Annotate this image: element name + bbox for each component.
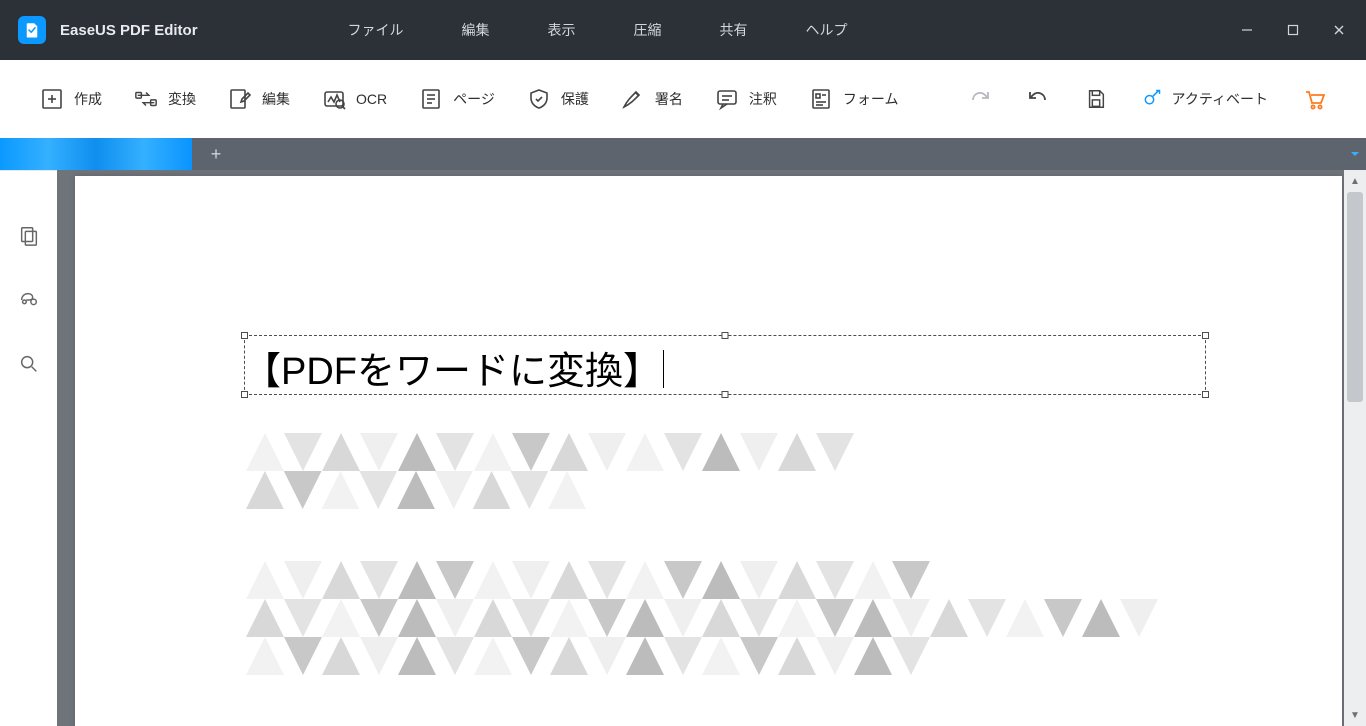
resize-handle-tl[interactable] <box>241 332 248 339</box>
edit-icon <box>228 87 252 111</box>
menu-compress[interactable]: 圧縮 <box>624 14 672 46</box>
menu-help[interactable]: ヘルプ <box>796 14 858 46</box>
thumbnails-panel-button[interactable] <box>16 223 42 249</box>
document-tabs: + <box>0 138 1366 170</box>
edit-label: 編集 <box>262 89 290 109</box>
redo-button[interactable] <box>968 87 992 111</box>
menu-edit[interactable]: 編集 <box>452 14 500 46</box>
resize-handle-tm[interactable] <box>722 332 729 339</box>
tool-group-left: 作成 変換 編集 OCR ページ 保護 署名 注釈 <box>40 87 898 111</box>
form-button[interactable]: フォーム <box>809 87 899 111</box>
form-label: フォーム <box>843 89 899 109</box>
activate-label: アクティベート <box>1172 89 1268 109</box>
app-logo <box>18 16 46 44</box>
active-tab[interactable] <box>0 138 192 170</box>
ocr-label: OCR <box>356 91 387 107</box>
new-tab-button[interactable]: + <box>204 142 228 166</box>
workspace: 【PDFをワードに変換】 ▲ <box>0 170 1366 726</box>
document-canvas[interactable]: 【PDFをワードに変換】 <box>57 170 1344 726</box>
cart-button[interactable] <box>1302 87 1326 111</box>
redo-icon <box>968 87 992 111</box>
convert-icon <box>134 87 158 111</box>
heading-content: 【PDFをワードに変換】 <box>243 351 661 393</box>
page-button[interactable]: ページ <box>419 87 495 111</box>
sign-label: 署名 <box>655 89 683 109</box>
create-button[interactable]: 作成 <box>40 87 102 111</box>
resize-handle-bm[interactable] <box>722 391 729 398</box>
sign-button[interactable]: 署名 <box>621 87 683 111</box>
scroll-down-button[interactable]: ▼ <box>1350 704 1360 726</box>
comment-icon <box>715 87 739 111</box>
text-caret <box>663 350 664 388</box>
redacted-body <box>246 433 1206 693</box>
shield-icon <box>527 87 551 111</box>
title-bar: EaseUS PDF Editor ファイル 編集 表示 圧縮 共有 ヘルプ <box>0 0 1366 60</box>
ocr-icon <box>322 87 346 111</box>
save-button[interactable] <box>1084 87 1108 111</box>
resize-handle-br[interactable] <box>1202 391 1209 398</box>
plus-square-icon <box>40 87 64 111</box>
ocr-button[interactable]: OCR <box>322 87 387 111</box>
comment-button[interactable]: 注釈 <box>715 87 777 111</box>
activate-button[interactable]: アクティベート <box>1142 88 1268 111</box>
page-icon <box>419 87 443 111</box>
protect-label: 保護 <box>561 89 589 109</box>
convert-button[interactable]: 変換 <box>134 87 196 111</box>
create-label: 作成 <box>74 89 102 109</box>
undo-icon <box>1026 87 1050 111</box>
main-toolbar: 作成 変換 編集 OCR ページ 保護 署名 注釈 <box>0 60 1366 138</box>
close-button[interactable] <box>1330 21 1348 39</box>
protect-button[interactable]: 保護 <box>527 87 589 111</box>
tool-group-right: アクティベート <box>968 87 1326 111</box>
edit-button[interactable]: 編集 <box>228 87 290 111</box>
pdf-page: 【PDFをワードに変換】 <box>75 176 1342 726</box>
left-sidebar <box>0 170 57 726</box>
app-title: EaseUS PDF Editor <box>60 22 198 39</box>
scroll-track[interactable] <box>1344 192 1366 704</box>
menu-view[interactable]: 表示 <box>538 14 586 46</box>
convert-label: 変換 <box>168 89 196 109</box>
form-icon <box>809 87 833 111</box>
menu-file[interactable]: ファイル <box>338 14 414 46</box>
search-panel-button[interactable] <box>16 351 42 377</box>
resize-handle-tr[interactable] <box>1202 332 1209 339</box>
page-label: ページ <box>453 89 495 109</box>
scroll-up-button[interactable]: ▲ <box>1350 170 1360 192</box>
menu-bar: ファイル 編集 表示 圧縮 共有 ヘルプ <box>338 14 858 46</box>
maximize-button[interactable] <box>1284 21 1302 39</box>
minimize-button[interactable] <box>1238 21 1256 39</box>
vertical-scrollbar[interactable]: ▲ ▼ <box>1344 170 1366 726</box>
heading-text[interactable]: 【PDFをワードに変換】 <box>243 340 713 395</box>
comment-label: 注釈 <box>749 89 777 109</box>
menu-share[interactable]: 共有 <box>710 14 758 46</box>
scroll-thumb[interactable] <box>1347 192 1363 402</box>
tab-overflow-button[interactable] <box>1344 138 1366 170</box>
undo-button[interactable] <box>1026 87 1050 111</box>
pen-icon <box>621 87 645 111</box>
activate-icon <box>1142 88 1162 111</box>
save-icon <box>1084 87 1108 111</box>
cart-icon <box>1302 87 1326 111</box>
bookmarks-panel-button[interactable] <box>16 287 42 313</box>
window-controls <box>1238 21 1348 39</box>
